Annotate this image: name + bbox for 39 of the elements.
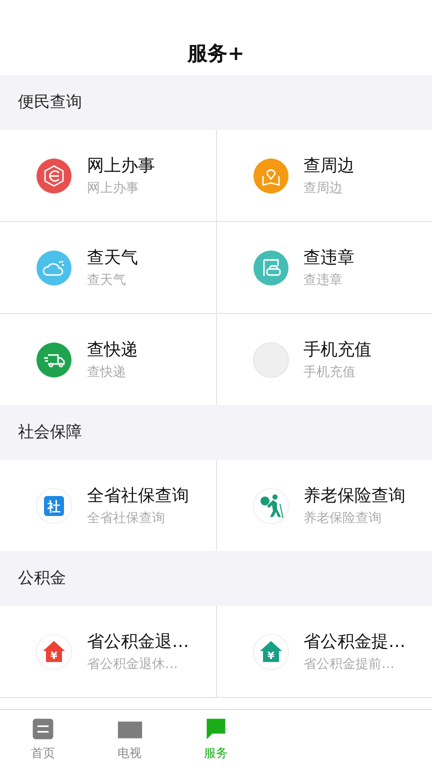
service-subtitle: 查快递 [87, 364, 127, 381]
service-subtitle: 全省社保查询 [87, 510, 166, 527]
service-item[interactable]: 社 全省社保查询 全省社保查询 [0, 460, 216, 551]
house-icon: ¥ [36, 634, 72, 670]
service-subtitle: 网上办事 [87, 180, 140, 197]
service-subtitle: 查周边 [304, 180, 344, 197]
service-title: 查周边 [304, 155, 354, 177]
service-subtitle: 查违章 [304, 272, 344, 289]
service-item[interactable]: 查周边 查周边 [216, 130, 432, 221]
tab[interactable]: 电视 [86, 710, 173, 768]
badge-icon: 社 [36, 488, 72, 524]
service-subtitle: 养老保险查询 [304, 510, 382, 527]
service-title: 养老保险查询 [304, 485, 406, 507]
service-item[interactable]: ¥ 省公积金提… 省公积金提前… [216, 606, 432, 697]
service-title: 网上办事 [87, 155, 155, 177]
section-title: 社会保障 [18, 422, 82, 443]
service-subtitle: 查天气 [87, 272, 127, 289]
service-item[interactable]: 手机充值 手机充值 [216, 314, 432, 405]
service-title: 省公积金退… [87, 631, 189, 653]
service-item[interactable]: 查违章 查违章 [216, 222, 432, 313]
section-title: 公积金 [18, 568, 66, 589]
service-title: 查违章 [304, 247, 354, 269]
service-title: 查快递 [87, 339, 138, 361]
service-item[interactable]: 养老保险查询 养老保险查询 [216, 460, 432, 551]
service-item[interactable]: 查天气 查天气 [0, 222, 216, 313]
service-title: 全省社保查询 [87, 485, 189, 507]
service-subtitle: 省公积金提前… [304, 656, 396, 673]
service-subtitle: 手机充值 [304, 364, 356, 381]
service-item[interactable]: 网上办事 网上办事 [0, 130, 216, 221]
page-title: 服务+ [188, 40, 244, 67]
service-subtitle: 省公积金退休… [87, 656, 179, 673]
service-item[interactable]: ¥ 省公积金退… 省公积金退休… [0, 606, 216, 697]
tab[interactable]: 首页 [0, 710, 86, 768]
service-title: 查天气 [87, 247, 138, 269]
service-title: 省公积金提… [304, 631, 406, 653]
service-item[interactable]: 查快递 查快递 [0, 314, 216, 405]
service-title: 手机充值 [304, 339, 372, 361]
section-title: 便民查询 [18, 92, 82, 113]
house-icon: ¥ [252, 634, 288, 670]
